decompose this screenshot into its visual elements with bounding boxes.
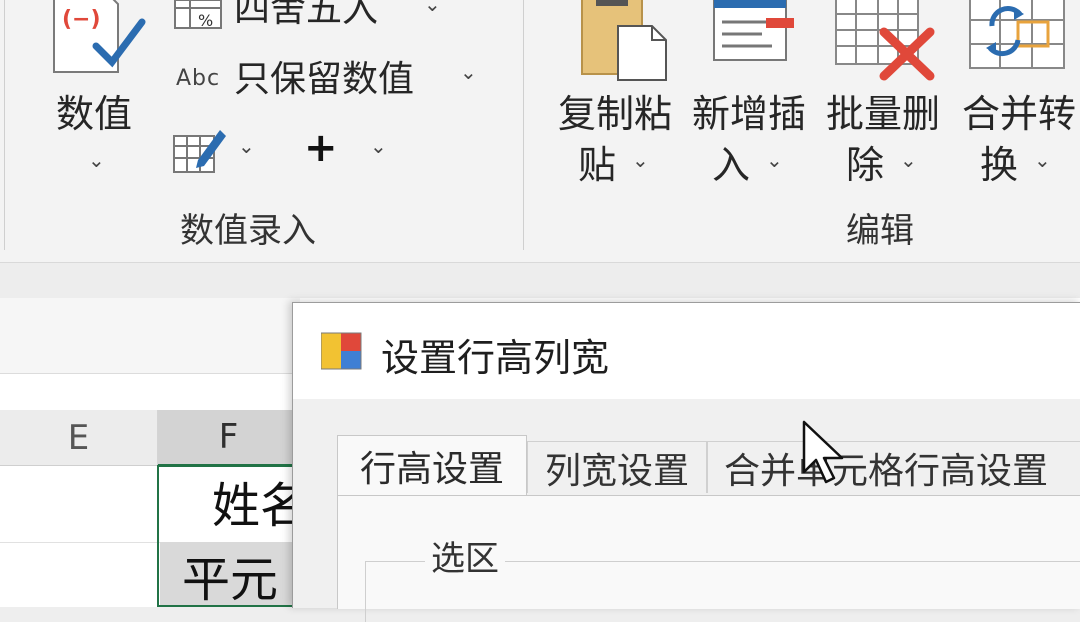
chevron-down-icon[interactable]: ⌄	[632, 150, 649, 170]
tab-strip: 行高设置 列宽设置 合并单元格行高设置 选区	[293, 399, 1080, 622]
cell-f2[interactable]: 平元	[182, 556, 278, 604]
merge-convert-icon	[969, 0, 1065, 69]
dialog-titlebar[interactable]: 设置行高列宽	[293, 303, 1080, 399]
merge-convert-label-2: 换	[980, 143, 1019, 187]
chevron-down-icon[interactable]: ⌄	[424, 0, 441, 14]
insert-label-2: 入	[712, 143, 751, 187]
chevron-down-icon[interactable]: ⌄	[238, 136, 255, 156]
chevron-down-icon[interactable]: ⌄	[766, 150, 783, 170]
number-format-icon: (−)	[53, 0, 146, 73]
selection-groupbox-title: 选区	[425, 531, 505, 580]
column-header-f[interactable]: F	[158, 410, 300, 466]
chevron-down-icon[interactable]: ⌄	[370, 136, 387, 156]
chevron-down-icon[interactable]: ⌄	[88, 150, 105, 170]
chevron-down-icon[interactable]: ⌄	[900, 150, 917, 170]
number-group-label: 数值录入	[180, 211, 316, 251]
mouse-cursor-icon	[802, 420, 844, 484]
group-divider	[523, 0, 524, 250]
svg-text:(−): (−)	[62, 7, 101, 32]
column-header-e[interactable]: E	[0, 410, 158, 466]
copy-paste-label: 复制粘	[558, 92, 673, 136]
chevron-down-icon[interactable]: ⌄	[1034, 150, 1051, 170]
insert-label: 新增插	[692, 92, 807, 136]
plus-icon: +	[304, 125, 338, 171]
dialog-title: 设置行高列宽	[381, 336, 610, 380]
chevron-down-icon[interactable]: ⌄	[460, 62, 477, 82]
number-format-label: 数值	[56, 92, 133, 136]
abc-icon: Abc	[176, 66, 221, 91]
delete-grid-icon	[835, 0, 935, 81]
group-divider	[4, 0, 5, 250]
percent-grid-icon: %	[174, 0, 222, 30]
batch-delete-label: 批量删	[826, 92, 941, 136]
svg-text:%: %	[198, 11, 213, 30]
clipboard-icon	[581, 0, 667, 81]
formula-bar-area	[0, 263, 1080, 298]
batch-delete-label-2: 除	[846, 143, 885, 187]
row-gridline	[0, 542, 160, 543]
edit-grid-icon	[173, 130, 226, 173]
divider	[0, 373, 300, 374]
tab-merged-row-height[interactable]: 合并单元格行高设置	[707, 441, 1080, 493]
keep-values-label: 只保留数值	[234, 59, 415, 100]
worksheet-top-area	[0, 298, 300, 373]
copy-paste-label-2: 贴	[578, 143, 617, 187]
insert-rows-icon	[713, 0, 794, 61]
edit-group-label: 编辑	[846, 211, 914, 251]
set-row-height-column-width-dialog: 设置行高列宽 行高设置 列宽设置 合并单元格行高设置 选区	[292, 302, 1080, 622]
tab-column-width[interactable]: 列宽设置	[527, 441, 707, 493]
merge-convert-label: 合并转	[962, 92, 1077, 136]
app-icon	[321, 332, 362, 370]
tab-row-height[interactable]: 行高设置	[337, 435, 527, 495]
round-label: 四舍五入	[234, 0, 379, 30]
ribbon: (−) 数值 ⌄ % 四舍五入 ⌄ Abc 只保留数值 ⌄ ⌄ + ⌄ 数值录入…	[0, 0, 1080, 262]
